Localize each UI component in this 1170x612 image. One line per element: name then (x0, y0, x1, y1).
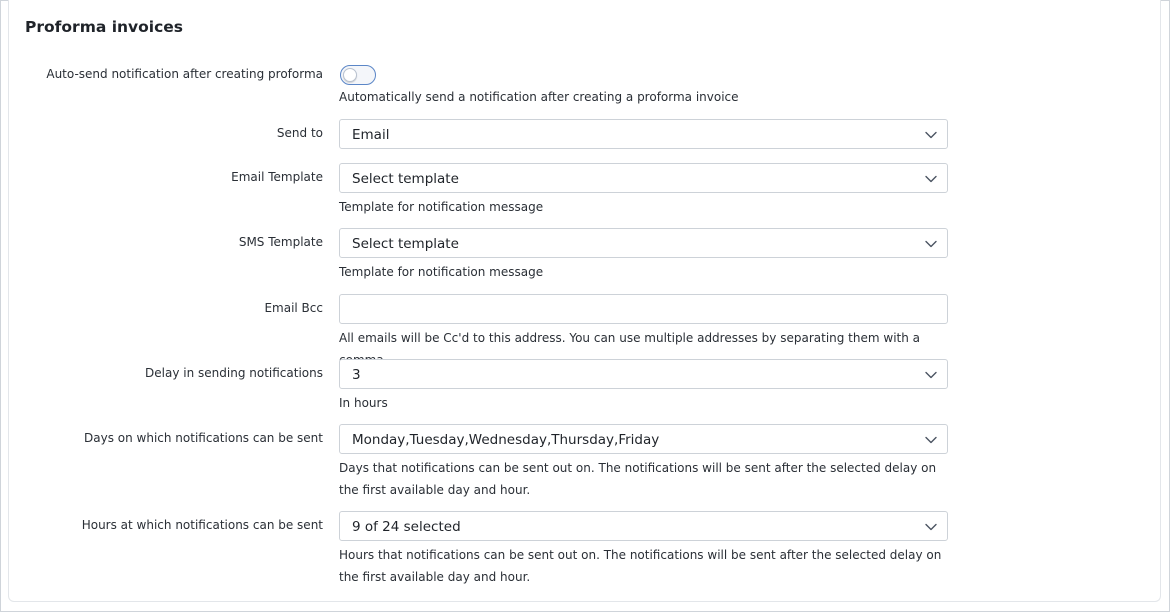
hours-label: Hours at which notifications can be sent (81, 518, 323, 532)
chevron-down-icon (925, 371, 937, 379)
email-bcc-label: Email Bcc (264, 301, 323, 315)
send-to-value: Email (352, 127, 390, 143)
days-label: Days on which notifications can be sent (84, 431, 323, 445)
hours-select[interactable]: 9 of 24 selected (339, 511, 948, 541)
sms-template-value: Select template (352, 236, 459, 252)
toggle-knob (343, 68, 357, 82)
auto-send-toggle[interactable] (340, 65, 376, 85)
chevron-down-icon (925, 131, 937, 139)
email-bcc-input[interactable] (339, 294, 948, 324)
delay-help: In hours (339, 396, 388, 410)
email-template-select[interactable]: Select template (339, 163, 948, 193)
chevron-down-icon (925, 240, 937, 248)
hours-value: 9 of 24 selected (352, 519, 461, 535)
send-to-label: Send to (276, 126, 323, 140)
days-select[interactable]: Monday,Tuesday,Wednesday,Thursday,Friday (339, 424, 948, 454)
chevron-down-icon (925, 175, 937, 183)
days-value: Monday,Tuesday,Wednesday,Thursday,Friday (352, 432, 660, 448)
auto-send-help: Automatically send a notification after … (339, 90, 739, 104)
days-help: Days that notifications can be sent out … (339, 461, 937, 497)
email-template-label: Email Template (231, 170, 323, 184)
sms-template-label: SMS Template (238, 235, 323, 249)
email-template-help: Template for notification message (339, 200, 544, 214)
email-template-value: Select template (352, 171, 459, 187)
delay-select[interactable]: 3 (339, 359, 948, 389)
chevron-down-icon (925, 436, 937, 444)
send-to-select[interactable]: Email (339, 119, 948, 149)
delay-label: Delay in sending notifications (145, 366, 323, 380)
section-title: Proforma invoices (25, 18, 184, 36)
sms-template-select[interactable]: Select template (339, 228, 948, 258)
chevron-down-icon (925, 523, 937, 531)
auto-send-label: Auto-send notification after creating pr… (46, 67, 323, 81)
delay-value: 3 (352, 367, 361, 383)
sms-template-help: Template for notification message (339, 265, 544, 279)
hours-help: Hours that notifications can be sent out… (339, 548, 942, 584)
